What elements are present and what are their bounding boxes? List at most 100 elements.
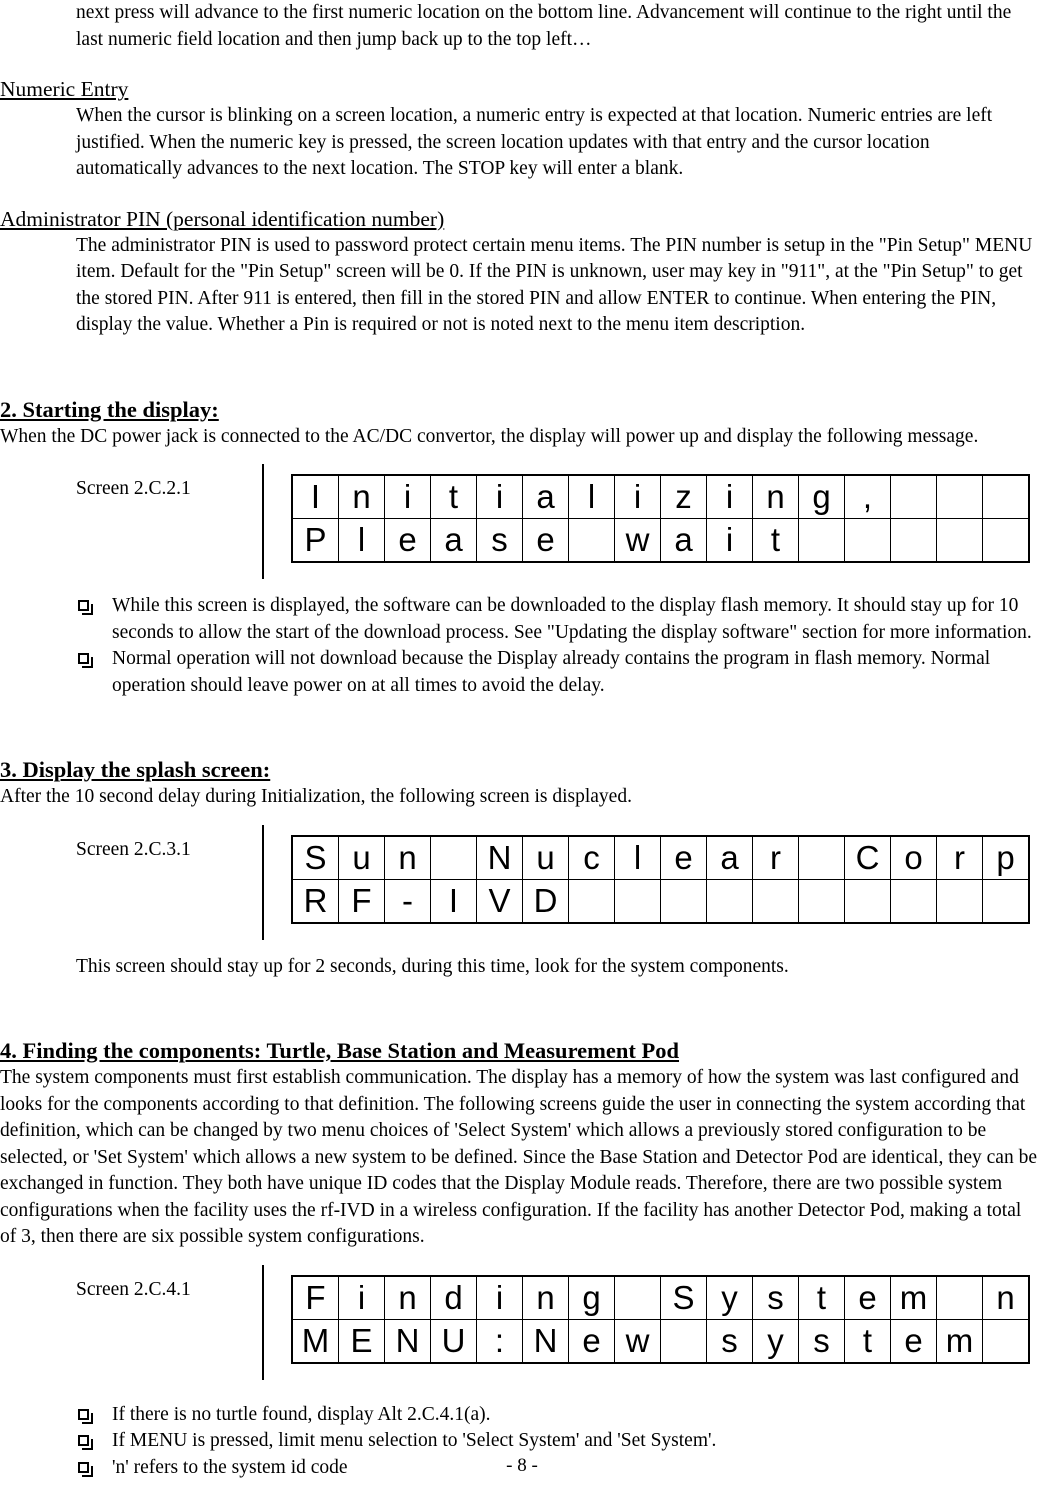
lcd-cell xyxy=(430,835,477,880)
lcd-cell xyxy=(752,878,799,923)
lcd-cell xyxy=(706,878,753,923)
screen-label: Screen 2.C.2.1 xyxy=(76,478,191,499)
section-2: 2. Starting the display: xyxy=(0,395,1040,424)
lcd-grid: Initializing, Please wait xyxy=(291,474,1030,563)
lcd-cell xyxy=(798,878,845,923)
square-bullet-icon xyxy=(78,653,93,668)
section-numeric-entry: Numeric Entry xyxy=(0,75,1040,103)
lcd-cell: s xyxy=(706,1318,753,1363)
lcd-cell: i xyxy=(476,474,523,519)
lcd-cell: R xyxy=(291,878,339,923)
lcd-cell: g xyxy=(568,1275,615,1320)
lcd-cell xyxy=(798,835,845,880)
section-3: 3. Display the splash screen: xyxy=(0,755,1040,784)
page-number: - 8 - xyxy=(506,1455,538,1476)
lcd-cell xyxy=(936,518,983,563)
lcd-cell: D xyxy=(522,878,569,923)
lcd-cell xyxy=(936,1275,983,1320)
lcd-cell: t xyxy=(798,1275,845,1320)
lcd-cell: F xyxy=(338,878,385,923)
lcd-cell xyxy=(568,518,615,563)
lcd-display: Initializing, Please wait xyxy=(291,464,1030,579)
square-bullet-icon xyxy=(78,1408,93,1424)
heading-section-4: 4. Finding the components: Turtle, Base … xyxy=(0,1038,680,1063)
lcd-cell: p xyxy=(982,835,1030,880)
lcd-row-2: Please wait xyxy=(291,518,1030,563)
lcd-cell xyxy=(982,474,1030,519)
lcd-row-1: Sun Nuclear Corp xyxy=(291,835,1030,880)
lcd-cell xyxy=(844,878,891,923)
list-item-text: Normal operation will not download becau… xyxy=(112,648,991,696)
lcd-grid: Sun Nuclear Corp RF-IVD xyxy=(291,834,1030,924)
lcd-cell xyxy=(614,878,661,923)
lcd-cell: l xyxy=(614,835,661,880)
lcd-cell xyxy=(660,878,707,923)
lcd-cell: U xyxy=(430,1318,477,1363)
list-item: While this screen is displayed, the soft… xyxy=(76,593,1040,646)
section-3-paragraph: After the 10 second delay during Initial… xyxy=(0,786,632,807)
section-2-bullets: While this screen is displayed, the soft… xyxy=(0,593,1040,699)
continued-paragraph: next press will advance to the first num… xyxy=(76,2,1012,50)
heading-numeric-entry: Numeric Entry xyxy=(0,77,129,101)
lcd-cell: r xyxy=(752,835,799,880)
lcd-cell: s xyxy=(752,1275,799,1320)
list-item: If there is no turtle found, display Alt… xyxy=(76,1402,1040,1429)
lcd-cell: i xyxy=(706,518,753,563)
lcd-row-1: Initializing, xyxy=(291,474,1030,519)
lcd-cell: E xyxy=(338,1318,385,1363)
lcd-row-2: MENU:New system xyxy=(291,1318,1030,1363)
lcd-cell: i xyxy=(338,1275,385,1320)
lcd-cell: n xyxy=(384,835,431,880)
lcd-cell: C xyxy=(844,835,891,880)
lcd-cell: i xyxy=(384,474,431,519)
lcd-cell: e xyxy=(890,1318,937,1363)
lcd-cell xyxy=(798,518,845,563)
lcd-cell xyxy=(568,878,615,923)
screen-figure-2-c-2-1: Screen 2.C.2.1 Initializing, Please wait xyxy=(76,464,1040,579)
lcd-cell: a xyxy=(430,518,477,563)
heading-section-2: 2. Starting the display: xyxy=(0,396,219,422)
lcd-cell: a xyxy=(706,835,753,880)
lcd-cell: F xyxy=(291,1275,339,1320)
lcd-cell: , xyxy=(844,474,891,519)
screen-figure-2-c-3-1: Screen 2.C.3.1 Sun Nuclear Corp RF-IVD xyxy=(76,824,1040,940)
section-2-paragraph: When the DC power jack is connected to t… xyxy=(0,425,979,447)
lcd-cell: n xyxy=(384,1275,431,1320)
screen-label: Screen 2.C.4.1 xyxy=(76,1278,191,1300)
lcd-cell: i xyxy=(706,474,753,519)
lcd-cell xyxy=(844,518,891,563)
list-item-text: If there is no turtle found, display Alt… xyxy=(112,1403,491,1425)
screen-figure-2-c-4-1: Screen 2.C.4.1 Finding System n MENU:New… xyxy=(76,1264,1040,1380)
lcd-row-2: RF-IVD xyxy=(291,878,1030,923)
lcd-cell: m xyxy=(936,1318,983,1363)
lcd-cell: d xyxy=(430,1275,477,1320)
numeric-entry-paragraph: When the cursor is blinking on a screen … xyxy=(76,105,993,179)
lcd-cell: l xyxy=(568,474,615,519)
lcd-cell: t xyxy=(844,1318,891,1363)
lcd-cell: N xyxy=(476,835,523,880)
lcd-cell xyxy=(982,1318,1030,1363)
lcd-cell: c xyxy=(568,835,615,880)
lcd-cell: i xyxy=(476,1275,523,1320)
lcd-cell: I xyxy=(291,474,339,519)
lcd-cell: S xyxy=(291,835,339,880)
lcd-cell: n xyxy=(522,1275,569,1320)
heading-section-3: 3. Display the splash screen: xyxy=(0,757,271,782)
lcd-cell: l xyxy=(338,518,385,563)
lcd-cell: e xyxy=(844,1275,891,1320)
lcd-cell xyxy=(982,878,1030,923)
lcd-grid: Finding System n MENU:New system xyxy=(291,1274,1030,1364)
lcd-cell: N xyxy=(522,1318,569,1363)
lcd-cell: e xyxy=(660,835,707,880)
section-4: 4. Finding the components: Turtle, Base … xyxy=(0,1036,1040,1065)
lcd-cell: I xyxy=(430,878,477,923)
lcd-cell: a xyxy=(660,518,707,563)
lcd-cell: s xyxy=(798,1318,845,1363)
lcd-cell: t xyxy=(430,474,477,519)
heading-administrator-pin: Administrator PIN (personal identificati… xyxy=(0,206,445,231)
figure-rule xyxy=(262,464,264,579)
